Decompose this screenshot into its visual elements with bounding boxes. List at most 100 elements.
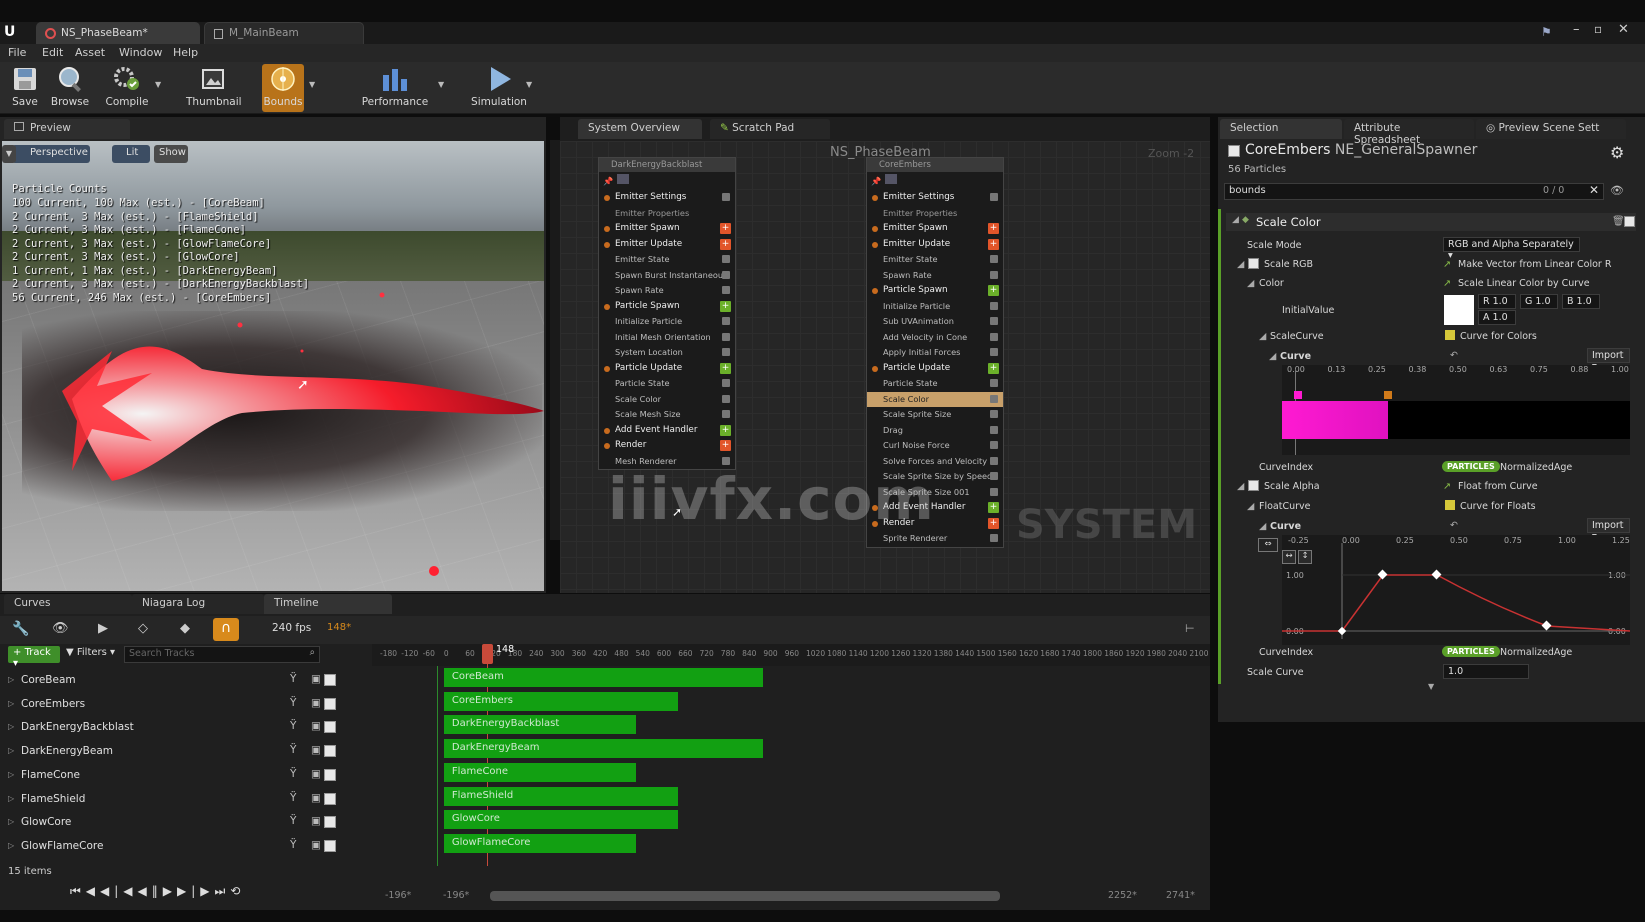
color-key-handle[interactable]	[1384, 391, 1392, 399]
fit-vertical-button[interactable]: ↕	[1298, 550, 1312, 564]
module-enable-checkbox[interactable]	[990, 317, 998, 325]
add-module-icon[interactable]: +	[720, 238, 731, 250]
browse-button[interactable]: Browse	[48, 64, 92, 112]
emitter-lifetime-bar[interactable]: GlowFlameCore	[443, 833, 636, 853]
expand-track-icon[interactable]: ▷	[8, 675, 14, 684]
add-module-icon[interactable]: +	[988, 223, 999, 234]
tab-ns-phasebeam[interactable]: NS_PhaseBeam*	[36, 22, 200, 44]
track-row[interactable]: ▷ GlowCore Ÿ ▣	[0, 811, 346, 834]
stack-item[interactable]: Particle State	[867, 376, 1003, 392]
track-enabled-checkbox[interactable]	[324, 839, 336, 852]
snap-magnet-icon[interactable]: ∩	[213, 618, 239, 641]
module-enable-checkbox[interactable]	[990, 379, 998, 387]
module-enable-checkbox[interactable]	[722, 286, 730, 294]
stack-item[interactable]: Sprite Renderer	[867, 531, 1003, 547]
add-module-icon[interactable]: +	[988, 238, 999, 250]
tab-preview-scene-settings[interactable]: ◎ Preview Scene Sett	[1476, 119, 1626, 139]
track-enabled-checkbox[interactable]	[324, 697, 336, 710]
module-enable-checkbox[interactable]	[722, 332, 730, 341]
add-module-icon[interactable]: +	[988, 502, 999, 513]
module-enable-checkbox[interactable]	[990, 332, 998, 341]
stack-item[interactable]: Scale Color	[599, 392, 735, 408]
add-module-icon[interactable]: +	[988, 362, 999, 374]
bounds-button[interactable]: Bounds	[262, 64, 304, 112]
add-module-icon[interactable]: +	[720, 424, 731, 436]
module-enable-checkbox[interactable]	[990, 255, 998, 263]
pin-icon[interactable]: 📌	[603, 176, 613, 186]
stack-item[interactable]: Emitter State	[599, 252, 735, 268]
stack-item[interactable]: Emitter Properties	[599, 206, 735, 222]
module-enable-checkbox[interactable]	[990, 425, 998, 434]
save-button[interactable]: Save	[6, 64, 44, 112]
track-row[interactable]: ▷ FlameShield Ÿ ▣	[0, 788, 346, 811]
module-enable-checkbox[interactable]	[722, 348, 730, 356]
track-row[interactable]: ▷ CoreBeam Ÿ ▣	[0, 669, 346, 692]
compile-options-chevron-icon[interactable]: ▼	[155, 80, 161, 89]
track-enabled-checkbox[interactable]	[324, 721, 336, 734]
scale-alpha-value[interactable]: Float from Curve	[1458, 481, 1538, 492]
tab-m-mainbeam[interactable]: M_MainBeam	[204, 22, 364, 44]
stack-item[interactable]: Scale Sprite Size	[867, 407, 1003, 423]
track-row[interactable]: ▷ FlameCone Ÿ ▣	[0, 764, 346, 787]
expand-track-icon[interactable]: ▷	[8, 722, 14, 731]
module-enable-checkbox[interactable]	[990, 270, 998, 279]
tab-system-overview[interactable]: System Overview	[578, 119, 702, 139]
module-enable-checkbox[interactable]	[990, 472, 998, 480]
fps-dropdown[interactable]: 240 fps	[272, 622, 311, 634]
normalized-age-value[interactable]: NormalizedAge	[1500, 647, 1572, 658]
scale-curve-input[interactable]: 1.0	[1443, 664, 1529, 679]
menu-help[interactable]: Help	[173, 46, 198, 59]
stack-item[interactable]: Emitter Update +	[867, 237, 1003, 253]
performance-button[interactable]: Performance	[360, 64, 430, 112]
stack-item[interactable]: Initial Mesh Orientation	[599, 330, 735, 346]
alpha-key-handle[interactable]	[1294, 391, 1302, 399]
track-row[interactable]: ▷ DarkEnergyBeam Ÿ ▣	[0, 740, 346, 763]
emitter-lifetime-bar[interactable]: CoreEmbers	[443, 691, 679, 711]
a-field[interactable]: A 1.0	[1478, 310, 1516, 325]
stack-item[interactable]: Emitter Properties	[867, 206, 1003, 222]
maximize-icon[interactable]: ▫	[1594, 22, 1602, 36]
stack-item[interactable]: Particle Spawn +	[867, 283, 1003, 299]
stack-item[interactable]: Scale Mesh Size	[599, 407, 735, 423]
stack-item[interactable]: Sub UVAnimation	[867, 314, 1003, 330]
scale-curve-value[interactable]: Curve for Colors	[1460, 331, 1537, 342]
stack-item[interactable]: Spawn Rate	[867, 268, 1003, 284]
isolate-icon[interactable]: ▣	[311, 815, 321, 827]
module-enable-checkbox[interactable]	[990, 193, 998, 201]
simulation-options-chevron-icon[interactable]: ▼	[526, 80, 532, 89]
stack-item[interactable]: Add Event Handler +	[599, 423, 735, 439]
stack-item[interactable]: Scale Color	[867, 391, 1003, 407]
module-enable-checkbox[interactable]	[722, 270, 730, 279]
isolate-icon[interactable]: ▣	[311, 839, 321, 851]
module-enable-checkbox[interactable]	[722, 394, 730, 403]
emitter-lifetime-bar[interactable]: FlameShield	[443, 786, 679, 806]
module-enable-checkbox[interactable]	[722, 379, 730, 387]
add-module-icon[interactable]: +	[720, 223, 731, 234]
expand-track-icon[interactable]: ▷	[8, 699, 14, 708]
module-enable-checkbox[interactable]	[990, 394, 998, 403]
add-module-icon[interactable]: +	[720, 300, 731, 312]
stack-item[interactable]: Add Velocity in Cone	[867, 330, 1003, 346]
isolate-icon[interactable]: ▣	[311, 768, 321, 780]
stack-item[interactable]: Emitter Settings	[867, 190, 1003, 206]
menu-window[interactable]: Window	[119, 46, 162, 59]
r-field[interactable]: R 1.0	[1478, 294, 1516, 309]
track-enabled-checkbox[interactable]	[324, 768, 336, 781]
module-enable-checkbox[interactable]	[990, 441, 998, 449]
stack-item[interactable]: Emitter Spawn +	[867, 221, 1003, 237]
import-button[interactable]: Import ▾	[1587, 518, 1630, 542]
expand-track-icon[interactable]: ▷	[8, 841, 14, 850]
add-module-icon[interactable]: +	[988, 285, 999, 296]
normalized-age-value[interactable]: NormalizedAge	[1500, 462, 1572, 473]
track-row[interactable]: ▷ GlowFlameCore Ÿ ▣	[0, 835, 346, 858]
preview-viewport[interactable]: Perspective ▼ Lit Show Particle Counts 1…	[2, 141, 544, 591]
scale-rgb-value[interactable]: Make Vector from Linear Color R	[1458, 259, 1611, 270]
module-enable-checkbox[interactable]	[990, 487, 998, 496]
emitter-lifetime-bar[interactable]: GlowCore	[443, 810, 679, 830]
scale-alpha-checkbox[interactable]	[1248, 480, 1259, 491]
tab-attribute-spreadsheet[interactable]: Attribute Spreadsheet	[1344, 119, 1474, 146]
module-enable-checkbox[interactable]	[722, 456, 730, 465]
pin-icon[interactable]: 📌	[871, 176, 881, 186]
performance-options-chevron-icon[interactable]: ▼	[438, 80, 444, 89]
stack-item[interactable]: System Location	[599, 345, 735, 361]
